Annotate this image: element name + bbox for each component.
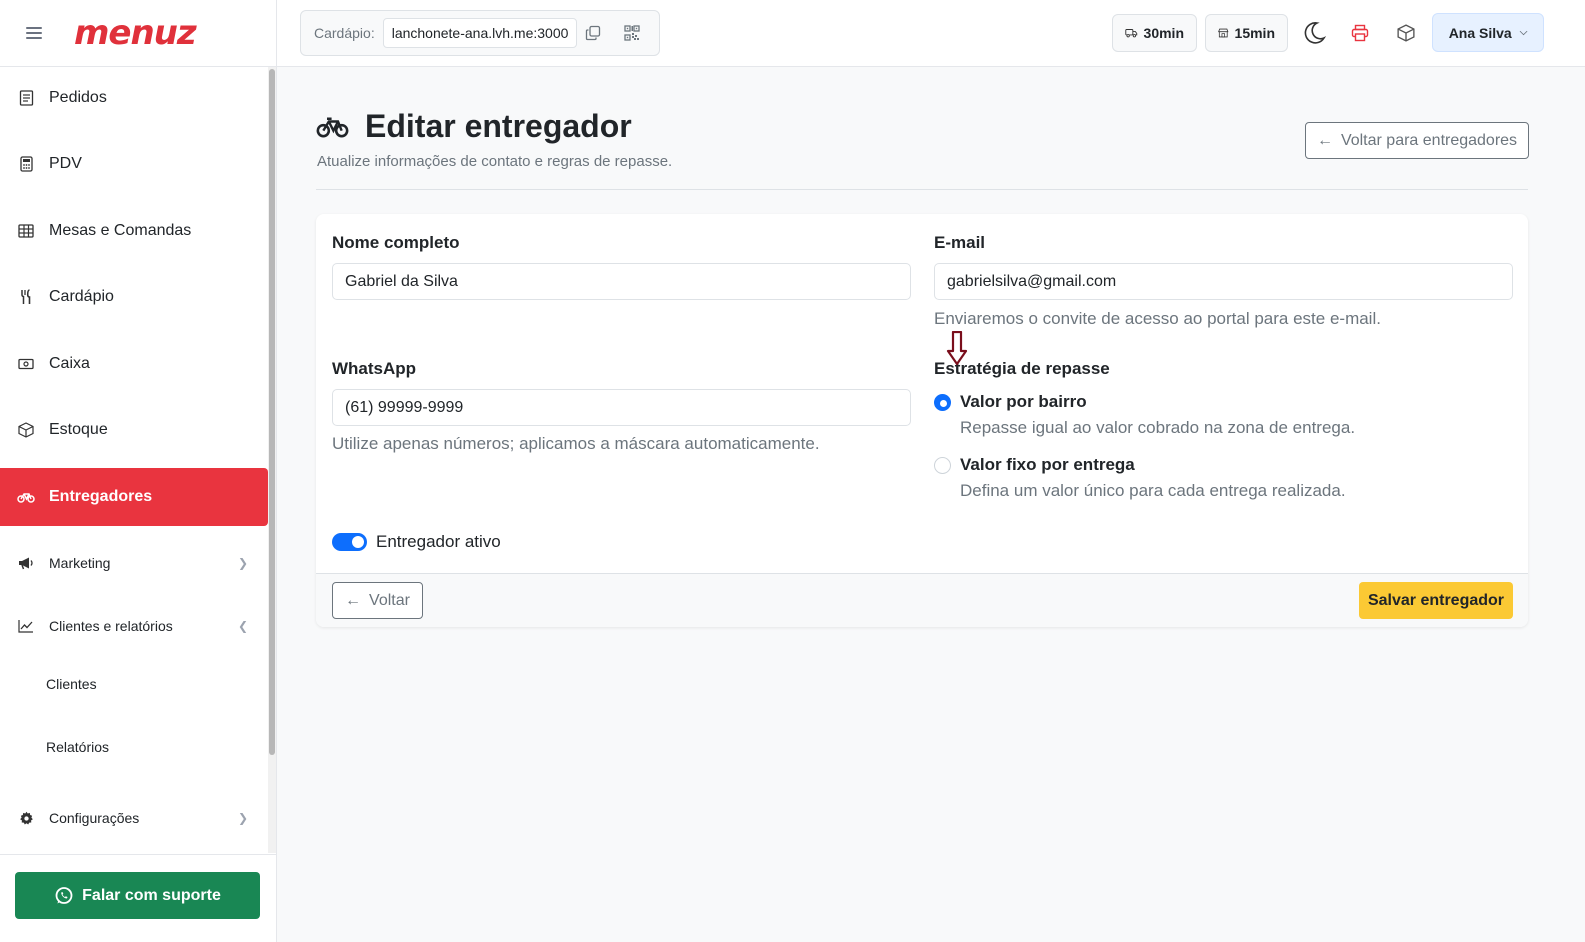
radio-button[interactable] — [934, 394, 951, 411]
user-name: Ana Silva — [1448, 24, 1512, 41]
name-input[interactable]: Gabriel da Silva — [332, 263, 911, 300]
sidebar-item-pedidos[interactable]: Pedidos — [0, 69, 268, 127]
email-label: E-mail — [934, 233, 986, 252]
sidebar-item-mesas[interactable]: Mesas e Comandas — [0, 202, 268, 260]
sidebar-item-clientes[interactable]: Clientes — [0, 655, 268, 713]
sidebar-item-relatorios[interactable]: Relatórios — [0, 718, 268, 776]
sidebar-header: menuz — [0, 0, 276, 67]
delivery-time-value: 30min — [1143, 25, 1184, 41]
sidebar-footer: Falar com suporte — [0, 854, 277, 942]
page-subtitle: Atualize informações de contato e regras… — [317, 153, 673, 170]
gear-icon — [17, 809, 35, 827]
cash-icon — [17, 355, 35, 373]
copy-icon[interactable] — [583, 23, 603, 43]
cardapio-link-box: Cardápio: lanchonete-ana.lvh.me:3000 — [300, 10, 660, 56]
back-button-label: Voltar — [369, 591, 410, 609]
sidebar-item-configuracoes[interactable]: Configurações ❯ — [0, 789, 268, 847]
sidebar: menuz Pedidos PDV Mesas e Comandas Cardá… — [0, 0, 277, 942]
menu-toggle-icon[interactable] — [26, 27, 42, 39]
support-button[interactable]: Falar com suporte — [15, 872, 260, 919]
sidebar-item-label: Caixa — [49, 355, 90, 372]
radio-button[interactable] — [934, 457, 951, 474]
bicycle-icon — [316, 116, 349, 143]
cardapio-url-field[interactable]: lanchonete-ana.lvh.me:3000 — [382, 18, 578, 48]
user-menu-button[interactable]: Ana Silva ⌵ — [1432, 13, 1544, 52]
utensils-icon — [17, 288, 35, 306]
save-button[interactable]: Salvar entregador — [1359, 582, 1513, 619]
chevron-down-icon: ⌵ — [1519, 27, 1528, 38]
sidebar-item-entregadores[interactable]: Entregadores — [0, 468, 268, 526]
sidebar-item-label: Estoque — [49, 421, 108, 438]
box-icon — [17, 421, 35, 439]
sidebar-item-cardapio[interactable]: Cardápio — [0, 268, 268, 326]
sidebar-item-label: Cardápio — [49, 288, 114, 305]
strategy-option-title: Valor por bairro — [960, 392, 1087, 411]
whatsapp-input[interactable]: (61) 99999-9999 — [332, 389, 911, 426]
brand-logo[interactable]: menuz — [74, 13, 197, 53]
sidebar-item-label: Mesas e Comandas — [49, 222, 192, 239]
sidebar-scrollbar[interactable] — [268, 67, 276, 853]
back-to-list-label: Voltar para entregadores — [1340, 131, 1518, 149]
store-icon — [1218, 28, 1229, 38]
printer-icon[interactable] — [1350, 23, 1370, 43]
whatsapp-icon — [54, 886, 74, 906]
page-title: Editar entregador — [365, 108, 632, 144]
sidebar-item-pdv[interactable]: PDV — [0, 135, 268, 193]
qr-code-icon[interactable] — [622, 23, 642, 43]
support-button-label: Falar com suporte — [82, 886, 221, 904]
sidebar-item-label: Marketing — [49, 555, 111, 571]
bicycle-icon — [17, 488, 35, 506]
header-divider — [316, 189, 1528, 190]
sidebar-item-label: PDV — [49, 155, 82, 172]
cardapio-label: Cardápio: — [314, 25, 375, 41]
calculator-icon — [17, 155, 35, 173]
strategy-option-fixo[interactable]: Valor fixo por entrega Defina um valor ú… — [934, 455, 1346, 501]
chart-line-icon — [17, 617, 35, 635]
chevron-left-icon: ❮ — [237, 619, 248, 633]
strategy-option-title: Valor fixo por entrega — [960, 455, 1135, 474]
strategy-option-desc: Repasse igual ao valor cobrado na zona d… — [960, 418, 1356, 437]
back-to-list-button[interactable]: ← Voltar para entregadores — [1305, 122, 1529, 159]
delivery-time-badge[interactable]: 30min — [1112, 14, 1197, 52]
pickup-time-value: 15min — [1234, 25, 1275, 41]
box-icon[interactable] — [1396, 23, 1416, 43]
moon-icon[interactable] — [1301, 20, 1327, 46]
truck-icon — [1125, 29, 1138, 38]
email-hint: Enviaremos o convite de acesso ao portal… — [934, 309, 1381, 328]
sidebar-item-caixa[interactable]: Caixa — [0, 335, 268, 393]
sidebar-item-label: Entregadores — [49, 488, 153, 505]
back-button[interactable]: ← Voltar — [332, 582, 423, 619]
form-card-footer — [316, 573, 1528, 627]
sidebar-item-estoque[interactable]: Estoque — [0, 401, 268, 459]
email-input[interactable]: gabrielsilva@gmail.com — [934, 263, 1513, 300]
pickup-time-badge[interactable]: 15min — [1205, 14, 1288, 52]
sidebar-item-label: Clientes — [46, 676, 97, 692]
chevron-right-icon: ❯ — [237, 811, 248, 825]
sidebar-item-label: Pedidos — [49, 89, 107, 106]
name-label: Nome completo — [332, 233, 460, 252]
scrollbar-thumb[interactable] — [269, 69, 275, 755]
active-toggle-label: Entregador ativo — [376, 532, 501, 551]
sidebar-item-clientes-relatorios[interactable]: Clientes e relatórios ❮ — [0, 597, 268, 655]
receipt-icon — [17, 89, 35, 107]
sidebar-item-label: Relatórios — [46, 739, 110, 755]
arrow-left-icon: ← — [1316, 131, 1333, 149]
sidebar-item-label: Configurações — [49, 810, 140, 826]
chevron-right-icon: ❯ — [237, 556, 248, 570]
topbar: Cardápio: lanchonete-ana.lvh.me:3000 30m… — [277, 0, 1585, 67]
megaphone-icon — [17, 554, 35, 572]
table-icon — [17, 222, 35, 240]
arrow-left-icon: ← — [345, 591, 362, 609]
strategy-option-bairro[interactable]: Valor por bairro Repasse igual ao valor … — [934, 392, 1355, 438]
active-toggle[interactable] — [332, 533, 367, 551]
strategy-option-desc: Defina um valor único para cada entrega … — [960, 481, 1346, 500]
whatsapp-hint: Utilize apenas números; aplicamos a másc… — [332, 434, 820, 453]
arrow-down-icon — [946, 330, 968, 370]
sidebar-item-label: Clientes e relatórios — [49, 618, 173, 634]
sidebar-item-marketing[interactable]: Marketing ❯ — [0, 534, 268, 592]
whatsapp-label: WhatsApp — [332, 359, 417, 378]
